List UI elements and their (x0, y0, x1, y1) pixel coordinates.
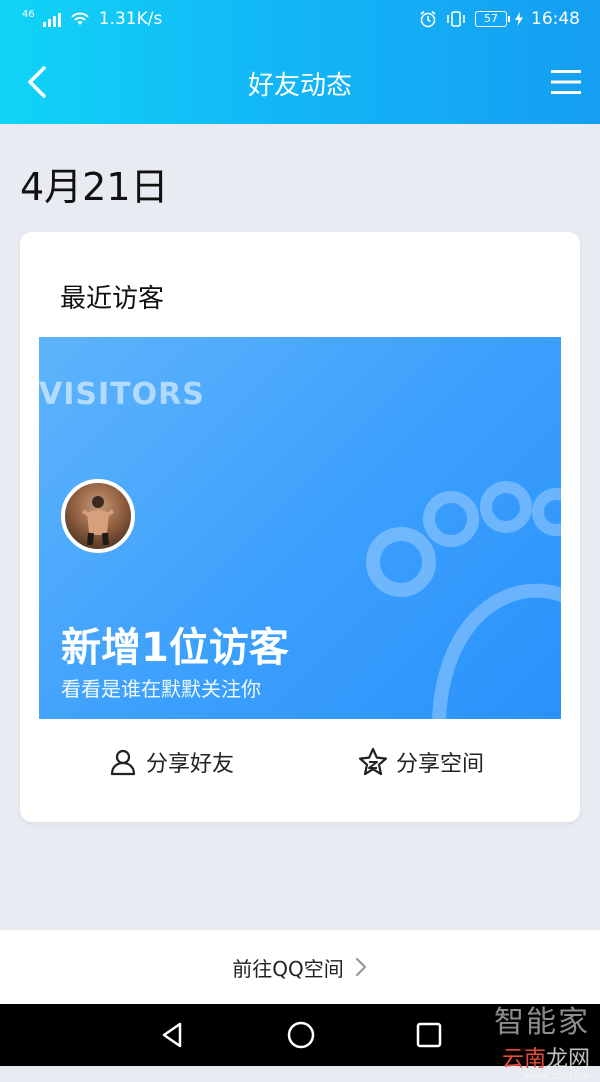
nav-recent-apps-icon[interactable] (414, 1020, 444, 1050)
status-left: 46 1.31K/s (22, 8, 163, 30)
app-header: 46 1.31K/s 57 16:48 好友动态 (0, 0, 600, 124)
banner-headline: 新增1位访客 (61, 625, 289, 671)
banner-watermark-text: VISITORS (39, 377, 205, 412)
network-speed: 1.31K/s (98, 9, 163, 29)
signal-icon (42, 11, 61, 27)
battery-icon: 57 (475, 11, 510, 27)
network-type: 46 (22, 8, 35, 20)
go-to-qzone-label: 前往QQ空间 (232, 956, 344, 981)
card-actions: 分享好友 分享空间 (20, 740, 580, 784)
site-watermark: 智能家 云南龙网 www.znj.com (494, 997, 590, 1082)
date-heading: 4月21日 (20, 165, 169, 209)
watermark-line1: 智能家 (494, 1005, 590, 1040)
watermark-white-text: 龙网 (545, 1047, 590, 1072)
title-bar: 好友动态 (0, 40, 600, 124)
visitors-banner[interactable]: VISITORS 新增1位访客 看看是谁在默默关注你 (39, 337, 561, 719)
vibrate-icon (447, 11, 465, 27)
paw-icon (366, 481, 561, 719)
alarm-icon (420, 10, 436, 28)
wifi-icon (71, 12, 89, 25)
watermark-line2: 云南龙网 (494, 1041, 590, 1073)
charging-icon (515, 12, 523, 26)
visitor-avatar[interactable] (61, 479, 135, 553)
hamburger-menu-icon[interactable] (550, 68, 582, 96)
recent-visitors-card: 最近访客 VISITORS 新增1位访客 看看是谁在默默关注你 分享好友 分享空… (20, 232, 580, 822)
status-bar: 46 1.31K/s 57 16:48 (0, 0, 600, 40)
nav-home-icon[interactable] (286, 1020, 316, 1050)
watermark-red-text: 云南 (501, 1047, 546, 1072)
chevron-right-icon (355, 957, 366, 977)
share-to-friend-label: 分享好友 (146, 752, 235, 777)
share-to-friend-button[interactable]: 分享好友 (108, 740, 234, 784)
banner-subtitle: 看看是谁在默默关注你 (61, 677, 261, 701)
star-icon (358, 747, 388, 776)
status-right: 57 16:48 (419, 9, 580, 29)
card-title: 最近访客 (60, 284, 165, 314)
clock: 16:48 (531, 9, 580, 29)
go-to-qzone-link[interactable]: 前往QQ空间 (0, 930, 600, 1004)
page-title: 好友动态 (247, 71, 352, 101)
share-to-space-button[interactable]: 分享空间 (358, 740, 484, 784)
person-icon (110, 749, 136, 776)
share-to-space-label: 分享空间 (396, 752, 485, 777)
person-figure-icon (81, 496, 115, 545)
nav-back-icon[interactable] (158, 1020, 188, 1050)
